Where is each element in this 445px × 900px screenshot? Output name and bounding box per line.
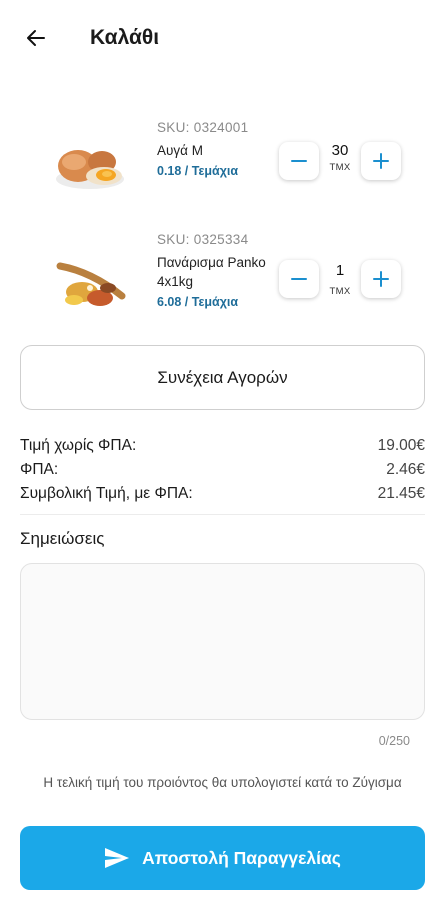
total-label: ΦΠΑ:: [20, 461, 59, 478]
increase-quantity-button[interactable]: [361, 142, 401, 180]
cart-item: SKU: 0325334 Πανάρισμα Panko 4x1kg 6.08 …: [0, 228, 445, 320]
total-label: Τιμή χωρίς ΦΠΑ:: [20, 437, 137, 454]
item-name: Πανάρισμα Panko 4x1kg: [157, 255, 266, 289]
totals-summary: Τιμή χωρίς ΦΠΑ: 19.00€ ΦΠΑ: 2.46€ Συμβολ…: [20, 434, 425, 506]
breadcrumbs-image: [56, 262, 126, 306]
minus-icon: [291, 278, 307, 280]
page-title: Καλάθι: [90, 26, 160, 49]
eggs-image: [56, 150, 124, 189]
total-row-net: Τιμή χωρίς ΦΠΑ: 19.00€: [20, 434, 425, 458]
total-value: 2.46€: [386, 461, 425, 478]
item-name: Αυγά Μ: [157, 143, 203, 158]
notes-textarea[interactable]: [20, 563, 425, 720]
decrease-quantity-button[interactable]: [279, 260, 319, 298]
app-header: Καλάθι: [0, 0, 445, 80]
weighing-footnote: Η τελική τιμή του προιόντος θα υπολογιστ…: [43, 775, 402, 790]
item-info: SKU: 0324001 Αυγά Μ 0.18 / Τεμάχια: [157, 120, 277, 178]
increase-quantity-button[interactable]: [361, 260, 401, 298]
item-unit-price: 0.18 / Τεμάχια: [157, 164, 239, 178]
total-row-gross: Συμβολική Τιμή, με ΦΠΑ: 21.45€: [20, 482, 425, 506]
submit-order-button[interactable]: Αποστολή Παραγγελίας: [20, 826, 425, 890]
minus-icon: [291, 160, 307, 162]
back-button[interactable]: [20, 22, 52, 54]
quantity-unit: ΤΜΧ: [329, 286, 351, 297]
total-value: 21.45€: [377, 485, 425, 502]
item-sku: SKU: 0324001: [157, 120, 249, 135]
total-row-vat: ΦΠΑ: 2.46€: [20, 458, 425, 482]
item-info: SKU: 0325334 Πανάρισμα Panko 4x1kg 6.08 …: [157, 232, 277, 309]
item-unit-price: 6.08 / Τεμάχια: [157, 295, 239, 309]
cart-item: SKU: 0324001 Αυγά Μ 0.18 / Τεμάχια 30 ΤΜ…: [0, 116, 445, 208]
decrease-quantity-button[interactable]: [279, 142, 319, 180]
total-label: Συμβολική Τιμή, με ΦΠΑ:: [20, 485, 193, 502]
total-value: 19.00€: [377, 437, 425, 454]
divider: [20, 514, 425, 515]
send-icon: [105, 848, 130, 868]
continue-shopping-button[interactable]: Συνέχεια Αγορών: [20, 345, 425, 410]
plus-icon: [373, 153, 389, 169]
notes-char-counter: 0/250: [378, 734, 410, 748]
item-sku: SKU: 0325334: [157, 232, 249, 247]
quantity-value[interactable]: 30: [320, 142, 360, 159]
arrow-left-icon: [27, 30, 45, 46]
quantity-value[interactable]: 1: [320, 262, 360, 279]
plus-icon: [373, 271, 389, 287]
quantity-unit: ΤΜΧ: [329, 162, 351, 173]
submit-order-label: Αποστολή Παραγγελίας: [142, 847, 341, 868]
notes-label: Σημειώσεις: [20, 529, 105, 548]
